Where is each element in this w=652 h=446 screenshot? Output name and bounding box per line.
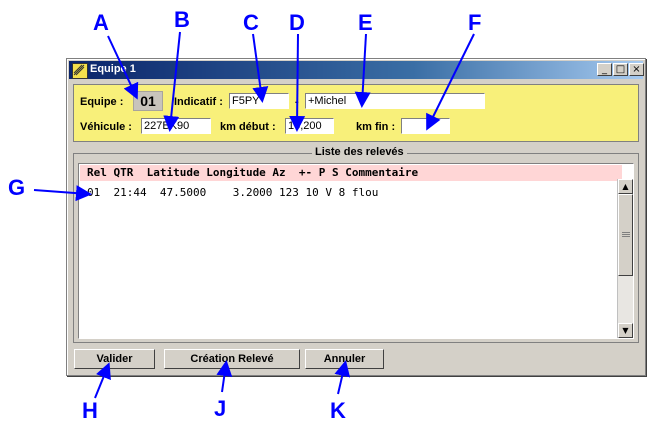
annotation-j: J bbox=[214, 396, 227, 421]
arrow-b bbox=[163, 31, 181, 132]
arrow-g bbox=[33, 185, 92, 202]
annotation-f: F bbox=[468, 10, 482, 35]
arrow-e bbox=[354, 33, 371, 108]
arrow-d bbox=[289, 33, 306, 132]
arrow-c bbox=[252, 33, 269, 103]
annotation-a: A bbox=[93, 10, 109, 35]
arrow-f bbox=[426, 33, 475, 131]
arrow-k bbox=[334, 360, 351, 395]
annotation-g: G bbox=[8, 175, 26, 200]
annotation-d: D bbox=[289, 10, 305, 35]
annotation-e: E bbox=[358, 10, 373, 35]
annotation-arrows bbox=[33, 31, 475, 399]
arrow-h bbox=[94, 362, 111, 399]
annotation-b: B bbox=[174, 7, 190, 32]
annotation-h: H bbox=[82, 398, 98, 423]
annotation-c: C bbox=[243, 10, 259, 35]
arrow-j bbox=[216, 360, 233, 393]
arrow-a bbox=[107, 35, 139, 100]
annotation-k: K bbox=[330, 398, 346, 423]
